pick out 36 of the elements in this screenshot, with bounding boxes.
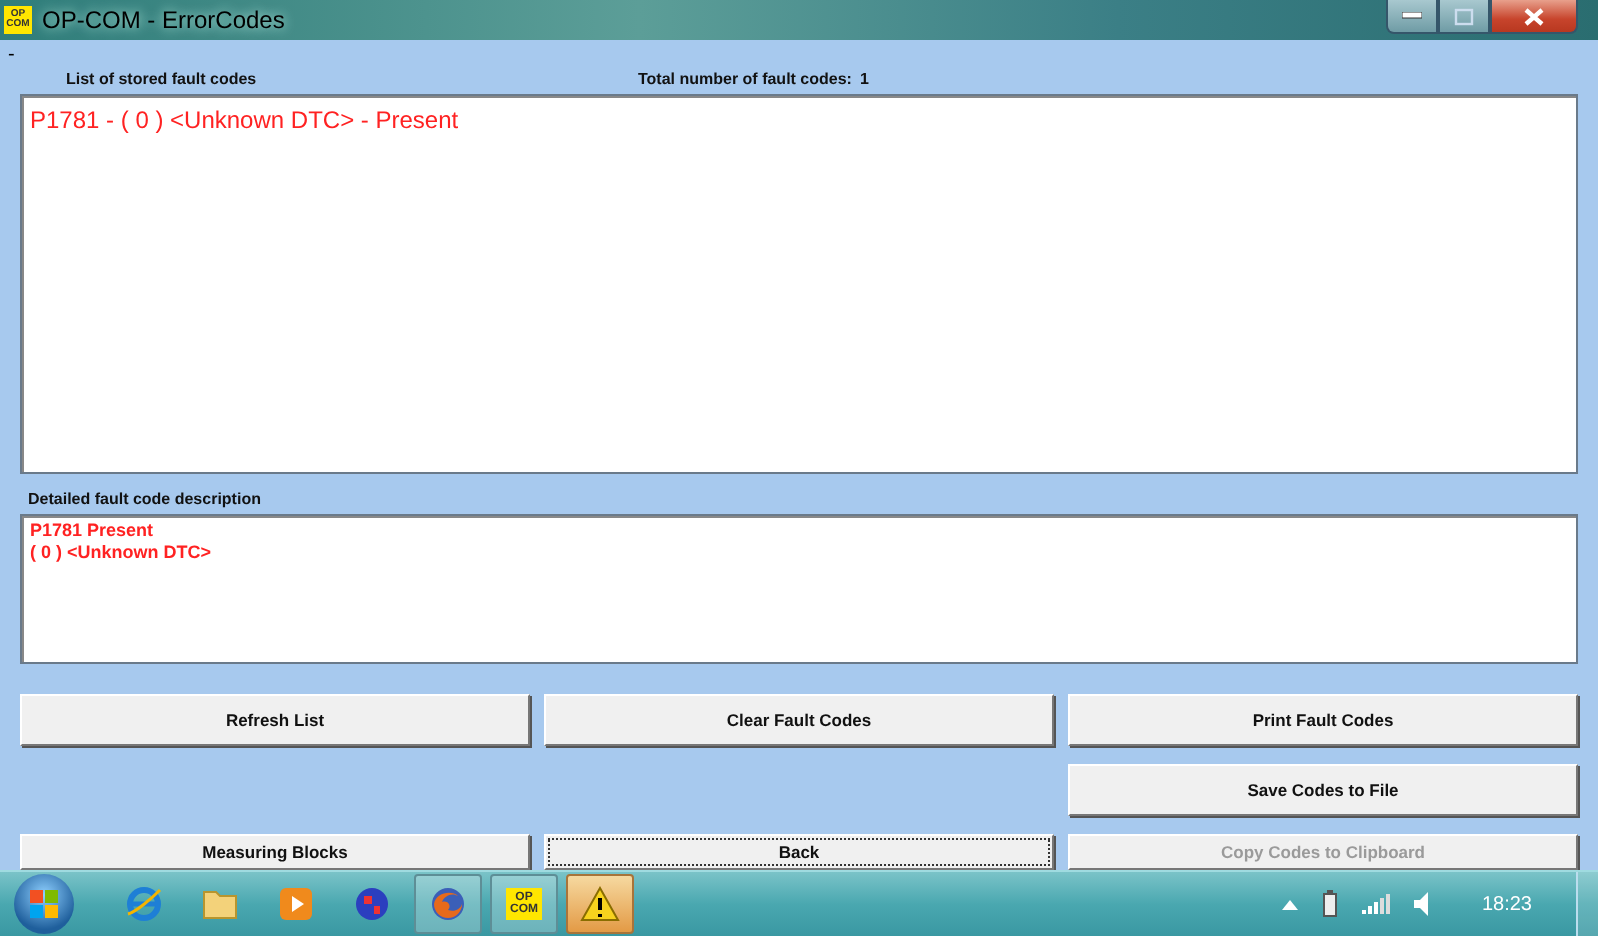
tray-arrow-icon[interactable] [1281,899,1298,909]
start-button[interactable] [14,874,74,934]
action-button[interactable]: Print Fault Codes [1068,694,1578,746]
action-button[interactable]: Save Codes to File [1068,764,1578,816]
total-count-label: Total number of fault codes: [638,69,852,88]
warning-icon [580,886,620,922]
description-label: Detailed fault code description [28,490,263,509]
minimize-button[interactable] [1386,0,1438,34]
taskbar-app[interactable] [414,874,482,934]
play-icon [278,886,314,922]
speaker-icon[interactable] [1413,892,1430,916]
action-button[interactable]: Refresh List [20,694,530,746]
fault-code-item[interactable]: P1781 - ( 0 ) <Unknown DTC> - Present [30,105,459,134]
minimize-icon [1402,12,1422,20]
description-line: ( 0 ) <Unknown DTC> [30,542,212,565]
taskbar-app[interactable] [566,874,634,934]
description-line: P1781 Present [30,520,154,543]
windows-logo-icon [28,888,60,920]
list-label: List of stored fault codes [66,69,259,88]
battery-icon[interactable] [1321,890,1338,918]
action-button[interactable]: Measuring Blocks [20,834,530,870]
fault-code-list[interactable]: P1781 - ( 0 ) <Unknown DTC> - Present [20,93,1578,475]
close-button[interactable] [1490,0,1578,34]
signal-icon[interactable] [1361,894,1390,914]
folder-icon [200,886,240,922]
action-button[interactable]: Clear Fault Codes [544,694,1054,746]
browser-icon [124,884,164,924]
close-icon [1524,7,1544,25]
total-count-value: 1 [859,69,869,88]
window-title: OP-COM - ErrorCodes [42,6,285,34]
action-button[interactable]: Back [544,834,1054,870]
maximize-button[interactable] [1438,0,1490,34]
marker-text: - [8,48,17,64]
show-desktop-button[interactable] [1576,872,1598,936]
maximize-icon [1454,7,1474,25]
globe-icon [354,886,390,922]
